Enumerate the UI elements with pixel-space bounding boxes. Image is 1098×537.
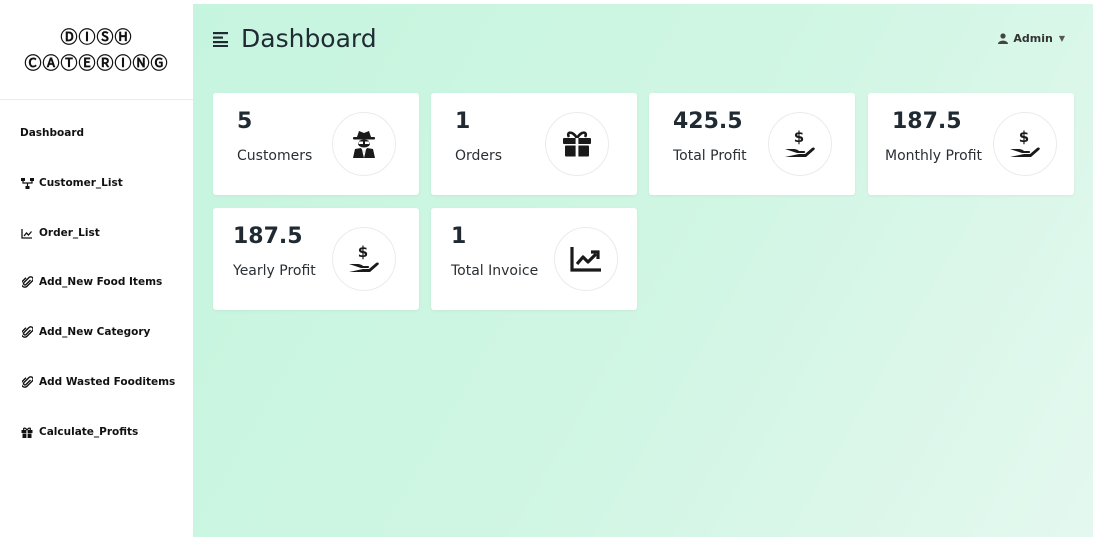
svg-text:$: $	[1019, 129, 1029, 146]
page-title: Dashboard	[241, 24, 377, 53]
stat-card-total-profit[interactable]: 425.5 Total Profit $	[649, 93, 855, 195]
sidebar: ⒹⒾⓈⒽ ⒸⒶⓉⒺⓇⒾⓃⒼ Dashboard Customer_List Or…	[0, 0, 193, 537]
stat-card-total-invoice[interactable]: 1 Total Invoice	[431, 208, 637, 310]
sidebar-item-label: Dashboard	[20, 127, 85, 139]
stat-label: Monthly Profit	[885, 148, 983, 164]
stat-value: 5	[237, 109, 253, 134]
stat-card-yearly-profit[interactable]: 187.5 Yearly Profit $	[213, 208, 419, 310]
stat-value: 1	[451, 224, 467, 249]
sidebar-item-order-list[interactable]: Order_List	[20, 227, 100, 239]
sidebar-item-add-new-food-items[interactable]: Add_New Food Items	[20, 276, 162, 288]
sidebar-item-label: Customer_List	[39, 177, 123, 189]
stat-value: 187.5	[233, 224, 303, 249]
stat-label: Yearly Profit	[233, 263, 316, 279]
sidebar-item-add-new-category[interactable]: Add_New Category	[20, 326, 150, 338]
chevron-down-icon: ▼	[1058, 34, 1065, 43]
paperclip-icon	[20, 326, 34, 338]
gift-icon	[545, 112, 609, 176]
line-chart-icon	[20, 228, 34, 239]
stat-value: 1	[455, 109, 471, 134]
svg-text:$: $	[794, 129, 804, 146]
user-secret-icon	[332, 112, 396, 176]
main-content: Dashboard Admin ▼ 5 Customers 1 Orders 4…	[193, 4, 1093, 537]
user-name: Admin	[1013, 32, 1053, 45]
stat-card-customers[interactable]: 5 Customers	[213, 93, 419, 195]
stat-value: 425.5	[673, 109, 743, 134]
sidebar-item-label: Add_New Category	[39, 326, 151, 338]
page-header: Dashboard	[213, 24, 377, 53]
line-chart-icon	[554, 227, 618, 291]
brand-line-1: ⒹⒾⓈⒽ	[60, 27, 133, 48]
sidebar-item-label: Order_List	[39, 227, 100, 239]
sidebar-item-calculate-profits[interactable]: Calculate_Profits	[20, 426, 138, 438]
hand-holding-dollar-icon: $	[768, 112, 832, 176]
paperclip-icon	[20, 376, 34, 388]
sidebar-item-dashboard[interactable]: Dashboard	[20, 127, 84, 139]
sidebar-item-label: Calculate_Profits	[39, 426, 139, 438]
hand-holding-dollar-icon: $	[332, 227, 396, 291]
stat-label: Customers	[237, 148, 313, 164]
sidebar-item-label: Add_New Food Items	[39, 276, 163, 288]
sidebar-item-label: Add Wasted Fooditems	[39, 376, 176, 388]
stat-label: Total Profit	[673, 148, 747, 164]
gift-icon	[20, 427, 34, 438]
user-icon	[998, 33, 1009, 44]
brand-logo[interactable]: ⒹⒾⓈⒽ ⒸⒶⓉⒺⓇⒾⓃⒼ	[0, 0, 193, 100]
menu-toggle-icon[interactable]	[213, 31, 231, 47]
paperclip-icon	[20, 276, 34, 288]
stat-card-orders[interactable]: 1 Orders	[431, 93, 637, 195]
stat-card-monthly-profit[interactable]: 187.5 Monthly Profit $	[868, 93, 1074, 195]
sidebar-item-add-wasted-fooditems[interactable]: Add Wasted Fooditems	[20, 376, 175, 388]
sidebar-item-customer-list[interactable]: Customer_List	[20, 177, 123, 189]
sitemap-icon	[20, 177, 34, 189]
svg-text:$: $	[358, 244, 368, 261]
user-menu[interactable]: Admin ▼	[998, 32, 1065, 45]
stat-label: Orders	[455, 148, 503, 164]
hand-holding-dollar-icon: $	[993, 112, 1057, 176]
stat-value: 187.5	[892, 109, 962, 134]
brand-line-2: ⒸⒶⓉⒺⓇⒾⓃⒼ	[24, 53, 169, 74]
stat-label: Total Invoice	[451, 263, 539, 279]
